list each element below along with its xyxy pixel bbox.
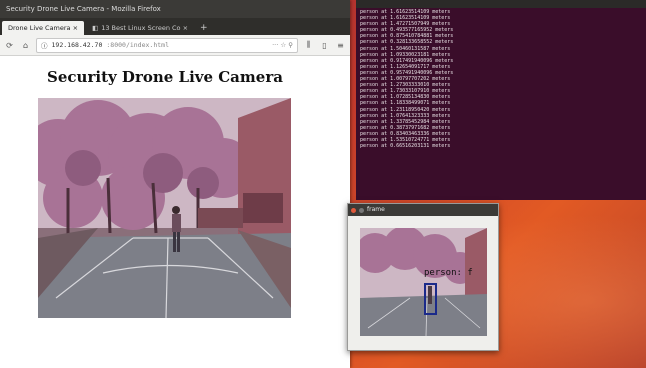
- detection-scene: [360, 228, 487, 336]
- terminal-line: person at 0.38737971682 meters: [360, 124, 451, 131]
- detection-label: person: f: [424, 268, 473, 278]
- window-title: Security Drone Live Camera - Mozilla Fir…: [6, 5, 161, 13]
- browser-titlebar[interactable]: Security Drone Live Camera - Mozilla Fir…: [0, 0, 350, 18]
- tab-drone-live-camera[interactable]: Drone Live Camera ×: [2, 21, 85, 35]
- frame-title: frame: [367, 206, 385, 213]
- terminal-window[interactable]: person at 1.61623514109 meters person at …: [356, 0, 646, 200]
- terminal-line: person at 1.50460131587 meters: [360, 45, 451, 52]
- live-camera-image: [38, 98, 291, 318]
- minimize-icon[interactable]: [359, 207, 364, 213]
- menu-icon[interactable]: ≡: [335, 41, 346, 50]
- home-icon[interactable]: ⌂: [20, 41, 31, 50]
- detection-bounding-box: [424, 283, 437, 315]
- tab-label: Drone Live Camera ×: [8, 24, 79, 32]
- page-content: Security Drone Live Camera: [0, 56, 350, 368]
- terminal-line: person at 1.09330023181 meters: [360, 51, 451, 58]
- tab-linux-screen[interactable]: ◧ 13 Best Linux Screen Co ×: [86, 21, 194, 35]
- new-tab-button[interactable]: +: [194, 21, 214, 35]
- terminal-line: person at 0.917491940096 meters: [360, 57, 454, 64]
- reload-icon[interactable]: ⟳: [4, 41, 15, 50]
- camera-scene: [38, 98, 291, 318]
- frame-window[interactable]: frame person: f: [347, 203, 499, 351]
- terminal-line: person at 1.18338499071 meters: [360, 100, 451, 107]
- browser-window: Security Drone Live Camera - Mozilla Fir…: [0, 0, 350, 368]
- terminal-line: person at 1.07641323333 meters: [360, 112, 451, 119]
- url-path: :8000/index.html: [106, 41, 169, 49]
- navigation-bar: ⟳ ⌂ ⓘ 192.168.42.70:8000/index.html ··· …: [0, 35, 350, 56]
- url-actions[interactable]: ··· ☆ ⚲: [272, 41, 293, 49]
- terminal-line: person at 1.33785452984 meters: [360, 118, 451, 125]
- detection-frame-image: person: f: [360, 228, 487, 336]
- frame-titlebar[interactable]: frame: [348, 204, 498, 216]
- page-title: Security Drone Live Camera: [47, 68, 283, 86]
- terminal-line: person at 0.328133658552 meters: [360, 39, 454, 46]
- tab-favicon-icon: ◧: [92, 24, 99, 32]
- library-icon[interactable]: ⫼: [303, 40, 314, 50]
- tab-label: 13 Best Linux Screen Co ×: [101, 24, 189, 32]
- terminal-titlebar[interactable]: [356, 0, 646, 8]
- terminal-line: person at 1.23118950420 meters: [360, 106, 451, 113]
- url-bar[interactable]: ⓘ 192.168.42.70:8000/index.html ··· ☆ ⚲: [36, 37, 298, 53]
- terminal-line: person at 0.66516203131 meters: [360, 143, 451, 150]
- url-host: 192.168.42.70: [51, 41, 103, 49]
- close-icon[interactable]: [351, 207, 356, 213]
- terminal-output: person at 1.61623514109 meters person at …: [360, 9, 453, 149]
- info-icon[interactable]: ⓘ: [41, 40, 48, 50]
- tab-strip: Drone Live Camera × ◧ 13 Best Linux Scre…: [0, 18, 350, 35]
- sidebar-icon[interactable]: ▯: [319, 41, 330, 50]
